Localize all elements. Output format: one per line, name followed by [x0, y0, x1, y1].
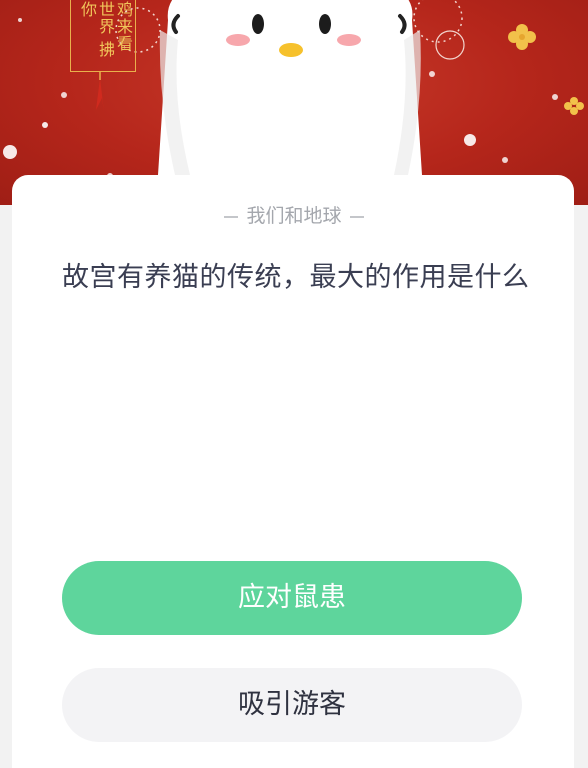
quiz-page: 鸡来看世界 拂你 我们和地球 故宫有养猫的传统，最大的作用是什么 应对鼠患 吸引… [0, 0, 588, 768]
tassel-decoration [96, 78, 104, 112]
flower-decoration [508, 24, 536, 50]
mascot-body [158, 0, 422, 175]
category-label: 我们和地球 [0, 203, 588, 229]
dotted-circle-decoration [413, 0, 463, 43]
snow-dot [429, 71, 435, 77]
snow-dot [552, 94, 558, 100]
mascot-cheek [337, 34, 361, 46]
snow-dot [18, 18, 22, 22]
mascot-beak [279, 43, 303, 57]
calligraphy-panel: 鸡来看世界 拂你 [70, 0, 136, 72]
category-text: 我们和地球 [246, 205, 342, 227]
left-dash-decoration [224, 215, 239, 218]
snow-dot [61, 92, 67, 98]
snow-dot [464, 134, 476, 146]
ring-decoration [435, 30, 465, 60]
snow-dot [502, 157, 508, 163]
right-dash-decoration [349, 215, 364, 218]
snow-dot [3, 145, 17, 159]
answer-option-b[interactable]: 吸引游客 [62, 668, 522, 742]
flower-decoration [564, 97, 584, 115]
mascot-eye [319, 14, 331, 34]
mascot-eye [252, 14, 264, 34]
answer-option-a[interactable]: 应对鼠患 [62, 561, 522, 635]
answer-option-b-label: 吸引游客 [238, 689, 346, 720]
answer-option-a-label: 应对鼠患 [238, 582, 346, 613]
mascot-cheek [226, 34, 250, 46]
snow-dot [42, 122, 48, 128]
question-text: 故宫有养猫的传统，最大的作用是什么 [62, 262, 530, 293]
